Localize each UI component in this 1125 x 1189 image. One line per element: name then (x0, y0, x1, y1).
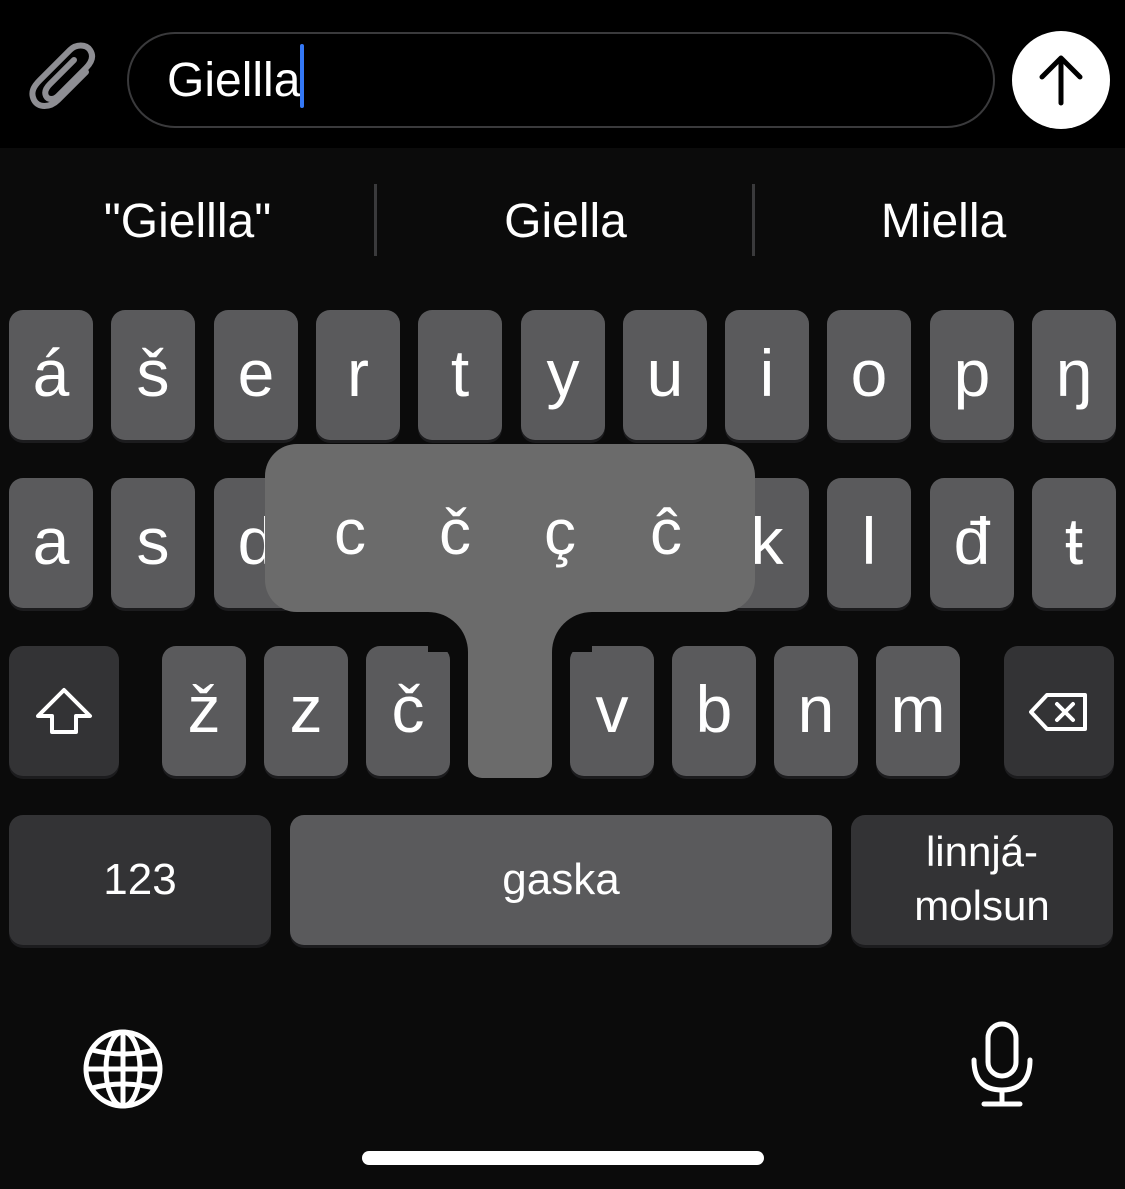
suggestion-literal[interactable]: "Giellla" (0, 192, 375, 252)
paperclip-icon[interactable] (28, 42, 100, 118)
composer-bar: Giellla (0, 0, 1125, 148)
key-s-caron[interactable]: š (111, 310, 195, 440)
suggestion-miella[interactable]: Miella (756, 192, 1125, 252)
key-y[interactable]: y (521, 310, 605, 440)
key-i[interactable]: i (725, 310, 809, 440)
key-a[interactable]: a (9, 478, 93, 608)
keyboard: "Giellla" Giella Miella á š e r t y u i … (0, 148, 1125, 1189)
key-r[interactable]: r (316, 310, 400, 440)
home-indicator (362, 1151, 764, 1165)
shift-key[interactable] (9, 646, 119, 776)
accent-option-c-cedilla[interactable]: ç (510, 492, 610, 572)
key-p[interactable]: p (930, 310, 1014, 440)
popup-notch (428, 612, 468, 652)
key-n[interactable]: n (774, 646, 858, 776)
key-u[interactable]: u (623, 310, 707, 440)
shift-icon (36, 688, 92, 734)
return-key-line1: linnjá- (925, 828, 1039, 875)
return-key[interactable]: linnjá- molsun (851, 815, 1113, 945)
delete-key[interactable] (1004, 646, 1114, 776)
key-a-acute[interactable]: á (9, 310, 93, 440)
microphone-icon[interactable] (968, 1020, 1036, 1110)
key-z-caron[interactable]: ž (162, 646, 246, 776)
key-s[interactable]: s (111, 478, 195, 608)
accent-option-c-caron[interactable]: č (405, 492, 505, 572)
arrow-up-icon (1039, 55, 1083, 106)
globe-icon[interactable] (82, 1028, 164, 1110)
message-input-text: Giellla (167, 54, 301, 107)
key-t[interactable]: t (418, 310, 502, 440)
popup-notch (552, 612, 592, 652)
key-d-stroke[interactable]: đ (930, 478, 1014, 608)
suggestion-divider (374, 184, 377, 256)
key-o[interactable]: o (827, 310, 911, 440)
key-c-caron[interactable]: č (366, 646, 450, 776)
key-m[interactable]: m (876, 646, 960, 776)
accent-option-c-circumflex[interactable]: ĉ (616, 492, 716, 572)
delete-icon (1029, 693, 1087, 731)
key-t-stroke[interactable]: ŧ (1032, 478, 1116, 608)
return-key-line2: molsun (914, 882, 1050, 929)
suggestion-giella[interactable]: Giella (378, 192, 753, 252)
text-caret (300, 44, 304, 108)
accent-option-c[interactable]: c (300, 492, 400, 572)
message-input[interactable]: Giellla (127, 32, 995, 128)
numbers-key[interactable]: 123 (9, 815, 271, 945)
key-eng[interactable]: ŋ (1032, 310, 1116, 440)
key-c-pressed[interactable] (468, 588, 552, 778)
key-b[interactable]: b (672, 646, 756, 776)
send-button[interactable] (1012, 31, 1110, 129)
key-z[interactable]: z (264, 646, 348, 776)
space-key[interactable]: gaska (290, 815, 832, 945)
key-e[interactable]: e (214, 310, 298, 440)
key-v[interactable]: v (570, 646, 654, 776)
suggestion-divider (752, 184, 755, 256)
key-l[interactable]: l (827, 478, 911, 608)
